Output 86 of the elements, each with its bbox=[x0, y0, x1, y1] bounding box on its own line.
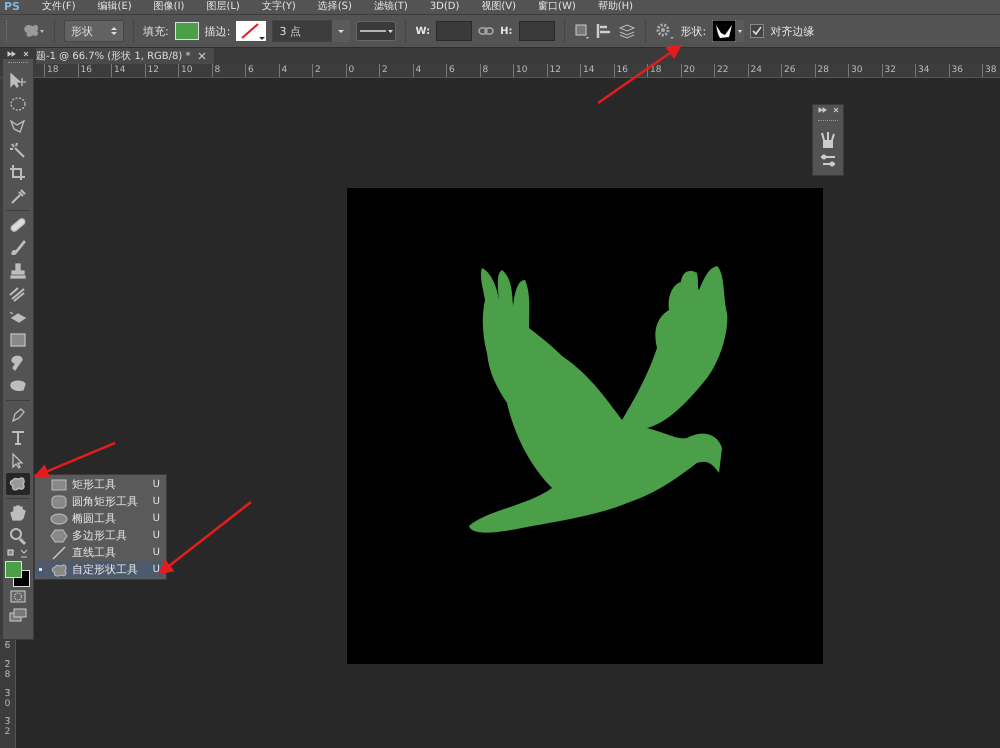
flyout-menu-item[interactable]: 自定形状工具 U bbox=[35, 561, 166, 578]
flyout-menu-item[interactable]: 圆角矩形工具 U bbox=[35, 493, 166, 510]
height-label: H: bbox=[500, 26, 513, 36]
document-tab[interactable]: 题-1 @ 66.7% (形状 1, RGB/8) * bbox=[36, 48, 214, 64]
ruler-label: 8 bbox=[480, 64, 513, 77]
width-field[interactable] bbox=[436, 21, 472, 41]
menu-item[interactable]: 3D(D) bbox=[430, 0, 460, 14]
line-shape-icon bbox=[50, 546, 68, 560]
ruler-label: 32 bbox=[4, 717, 10, 738]
ruler-label: 20 bbox=[680, 64, 714, 77]
ruler-label: 28 bbox=[814, 64, 848, 77]
swap-colors-icon[interactable] bbox=[6, 548, 30, 560]
checkbox[interactable] bbox=[750, 24, 764, 38]
ruler-label: 22 bbox=[714, 64, 748, 77]
menu-item[interactable]: 窗口(W) bbox=[538, 0, 576, 14]
shape-label: 形状: bbox=[680, 24, 706, 38]
height-field[interactable] bbox=[518, 21, 555, 41]
mode-select[interactable]: 形状 bbox=[64, 20, 124, 42]
stroke-width-select[interactable]: 3 点 bbox=[272, 20, 332, 42]
foreground-color-swatch[interactable] bbox=[5, 561, 22, 578]
width-label: W: bbox=[415, 26, 430, 36]
ruler-label: 2 bbox=[312, 64, 346, 77]
rounded-shape-icon bbox=[50, 494, 68, 508]
line-style-select[interactable] bbox=[356, 21, 396, 41]
menu-item[interactable]: 文字(Y) bbox=[262, 0, 296, 14]
stroke-swatch[interactable] bbox=[236, 21, 266, 41]
path-operations-icon[interactable] bbox=[574, 23, 590, 39]
ruler-label: 16 bbox=[78, 64, 111, 77]
brush-presets-icon[interactable] bbox=[818, 153, 838, 169]
menu-item[interactable]: 文件(F) bbox=[42, 0, 76, 14]
ruler-label: 34 bbox=[915, 64, 948, 77]
ellipse-shape-icon bbox=[50, 512, 68, 526]
flyout-menu-item[interactable]: 椭圆工具 U bbox=[35, 510, 166, 527]
ruler-label: 8 bbox=[212, 64, 245, 77]
arrange-icon[interactable] bbox=[618, 23, 636, 39]
brushes-icon[interactable] bbox=[818, 130, 838, 150]
link-icon[interactable] bbox=[478, 26, 494, 36]
menu-item[interactable]: 帮助(H) bbox=[598, 0, 634, 14]
flyout-menu-item[interactable]: 直线工具 U bbox=[35, 544, 166, 561]
align-icon[interactable] bbox=[596, 23, 612, 39]
ruler-label: 30 bbox=[848, 64, 882, 77]
ruler-label: 38 bbox=[982, 64, 1000, 77]
shape-picker[interactable] bbox=[712, 20, 744, 42]
ruler-label: 6 bbox=[245, 64, 278, 77]
ruler-label: 10 bbox=[513, 64, 546, 77]
stroke-label: 描边: bbox=[204, 24, 230, 38]
ruler-label: 26 bbox=[781, 64, 814, 77]
ruler-label: 28 bbox=[4, 660, 10, 681]
dropdown-icon[interactable] bbox=[332, 20, 350, 42]
ruler-label: 36 bbox=[948, 64, 982, 77]
fill-swatch[interactable] bbox=[174, 22, 199, 40]
flyout-menu-item[interactable]: 多边形工具 U bbox=[35, 527, 166, 544]
polygon-shape-icon bbox=[50, 528, 68, 542]
up-down-arrows-icon bbox=[111, 26, 117, 36]
fill-label: 填充: bbox=[143, 24, 169, 38]
panel-controls-icon[interactable] bbox=[2, 49, 34, 59]
ruler-label: 12 bbox=[546, 64, 580, 77]
ruler-label: 16 bbox=[614, 64, 647, 77]
rectangle-shape-icon bbox=[50, 478, 68, 492]
menu-item[interactable]: 视图(V) bbox=[481, 0, 516, 14]
menu-item[interactable]: 图层(L) bbox=[206, 0, 240, 14]
ruler-label: 10 bbox=[178, 64, 212, 77]
shape-tool-icon[interactable] bbox=[6, 473, 30, 495]
ruler-label: 6 bbox=[446, 64, 480, 77]
ruler-label: 32 bbox=[882, 64, 915, 77]
ruler-label: 2 bbox=[379, 64, 412, 77]
ruler-label: 4 bbox=[412, 64, 446, 77]
ruler-label: 6 bbox=[4, 641, 10, 652]
menu-item[interactable]: 滤镜(T) bbox=[374, 0, 408, 14]
custom-shape-icon bbox=[50, 562, 68, 576]
ruler-label: 0 bbox=[346, 64, 379, 77]
menu-item[interactable]: 选择(S) bbox=[318, 0, 352, 14]
app-logo: PS bbox=[4, 0, 20, 14]
ruler-label: 14 bbox=[111, 64, 144, 77]
ruler-label: 24 bbox=[748, 64, 781, 77]
checkbox-label: 对齐边缘 bbox=[770, 24, 814, 38]
ruler-label: 12 bbox=[144, 64, 178, 77]
menu-item[interactable]: 图像(I) bbox=[154, 0, 184, 14]
ruler-label: 14 bbox=[580, 64, 614, 77]
flyout-menu-item[interactable]: 矩形工具 U bbox=[35, 476, 166, 493]
close-icon[interactable] bbox=[198, 52, 206, 60]
settings-icon[interactable] bbox=[654, 22, 675, 40]
ruler-label: 30 bbox=[4, 688, 10, 710]
ruler-label: 18 bbox=[44, 64, 78, 77]
menu-item[interactable]: 编辑(E) bbox=[98, 0, 132, 14]
ruler-label: 4 bbox=[278, 64, 312, 77]
